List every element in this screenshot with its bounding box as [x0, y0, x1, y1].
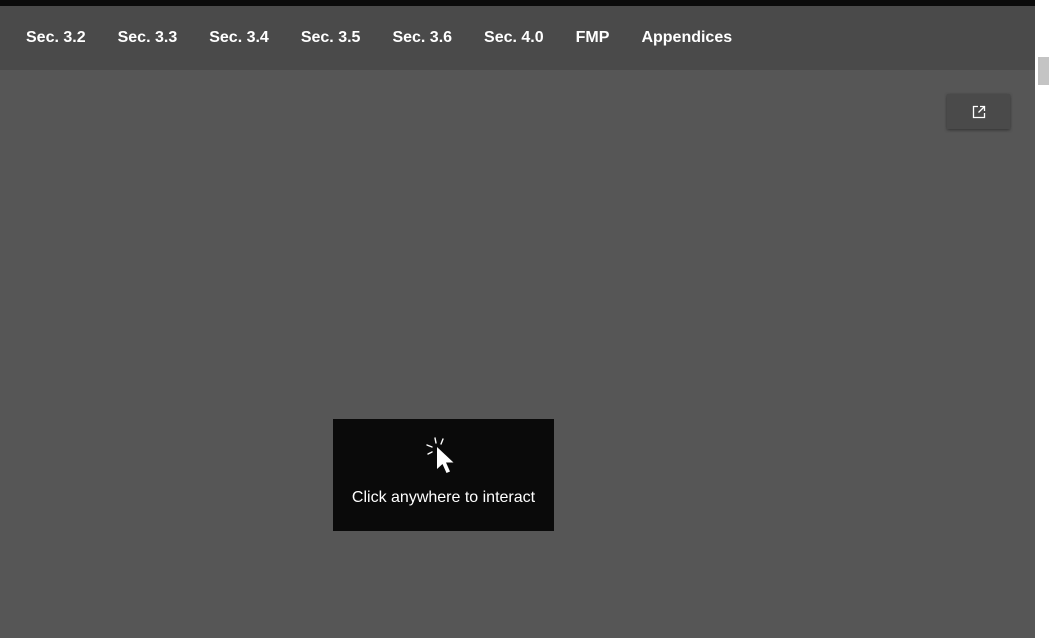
nav-item-fmp[interactable]: FMP: [560, 6, 626, 70]
nav-item-sec-3-3[interactable]: Sec. 3.3: [102, 6, 194, 70]
click-to-interact-overlay[interactable]: Click anywhere to interact: [333, 419, 554, 531]
nav-item-sec-3-4[interactable]: Sec. 3.4: [193, 6, 285, 70]
open-in-new-window-button[interactable]: [947, 94, 1010, 129]
nav-item-sec-4-0[interactable]: Sec. 4.0: [468, 6, 560, 70]
nav-item-sec-3-2[interactable]: Sec. 3.2: [10, 6, 102, 70]
app-viewport: Sec. 3.2 Sec. 3.3 Sec. 3.4 Sec. 3.5 Sec.…: [0, 0, 1035, 638]
scrollbar-thumb[interactable]: [1038, 57, 1049, 85]
embedded-content-area[interactable]: Click anywhere to interact: [0, 70, 1035, 638]
page-scrollbar[interactable]: [1035, 0, 1052, 638]
nav-item-sec-3-5[interactable]: Sec. 3.5: [285, 6, 377, 70]
click-cursor-icon: [425, 437, 453, 473]
section-navbar: Sec. 3.2 Sec. 3.3 Sec. 3.4 Sec. 3.5 Sec.…: [0, 6, 1035, 70]
overlay-message: Click anywhere to interact: [351, 489, 536, 506]
nav-item-appendices[interactable]: Appendices: [625, 6, 748, 70]
external-link-icon: [972, 105, 985, 118]
nav-item-sec-3-6[interactable]: Sec. 3.6: [376, 6, 468, 70]
